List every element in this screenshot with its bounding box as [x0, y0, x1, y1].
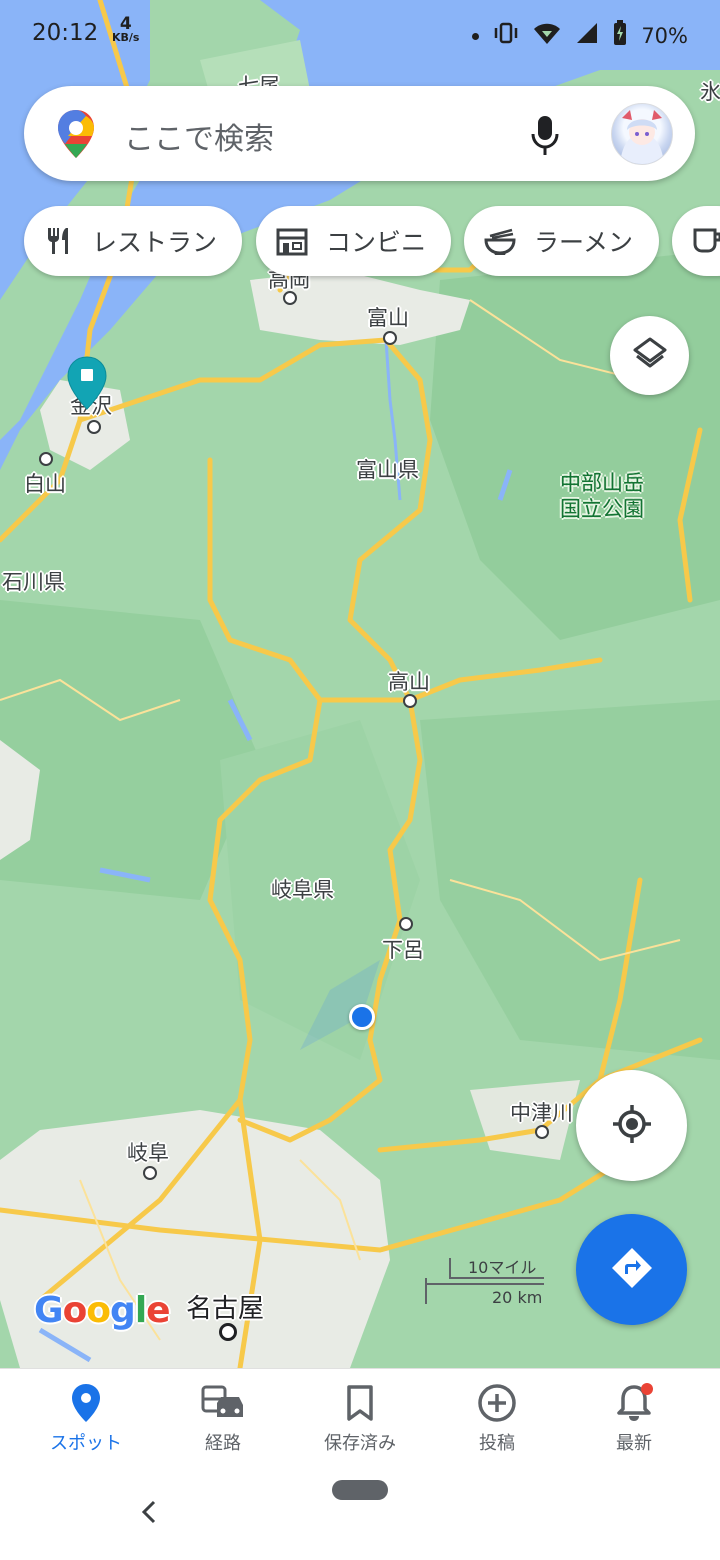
gifu-dot — [143, 1166, 157, 1180]
status-time: 20:12 — [32, 20, 99, 46]
map-label-toyama-pref: 富山県 — [356, 458, 419, 482]
map-label-toyama: 富山 — [367, 306, 409, 330]
notification-dot-icon — [472, 32, 480, 40]
status-icons: 70% — [472, 20, 688, 52]
map-label-chubu-park: 中部山岳 国立公園 — [560, 471, 644, 521]
gero-dot — [399, 917, 413, 931]
status-bar: 20:12 4 KB/s 70% — [0, 0, 720, 70]
commute-icon — [163, 1381, 283, 1425]
vibrate-icon — [493, 22, 519, 50]
map-label-ishikawa-pref: 石川県 — [2, 570, 65, 594]
chip-restaurant[interactable]: レストラン — [24, 206, 242, 276]
add-circle-icon — [437, 1381, 557, 1425]
battery-icon — [613, 20, 627, 52]
nav-label: 経路 — [205, 1433, 241, 1454]
directions-button[interactable] — [576, 1214, 687, 1325]
map-label-himi: 氷 — [700, 80, 720, 104]
bookmark-icon — [300, 1381, 420, 1425]
directions-icon — [610, 1246, 654, 1294]
battery-percent: 70% — [641, 24, 688, 48]
search-input[interactable]: ここで検索 — [124, 114, 274, 158]
avatar[interactable] — [611, 103, 673, 165]
mic-icon[interactable] — [529, 114, 561, 160]
map-label-nagoya: 名古屋 — [186, 1294, 265, 1324]
chip-label: コンビニ — [326, 228, 427, 257]
search-bar[interactable]: ここで検索 — [24, 86, 695, 181]
gps-target-icon — [611, 1103, 653, 1149]
system-navigation-bar — [0, 1468, 720, 1560]
scale-km-label: 20 km — [492, 1288, 543, 1307]
chip-label: ラーメン — [534, 228, 634, 257]
chip-ramen[interactable]: ラーメン — [464, 206, 659, 276]
nav-saved[interactable]: 保存済み — [300, 1381, 420, 1455]
home-gesture-pill[interactable] — [332, 1480, 388, 1500]
notification-bell-icon — [574, 1381, 694, 1425]
location-pin-icon — [26, 1381, 146, 1425]
nav-label: スポット — [50, 1433, 122, 1454]
chip-convenience-store[interactable]: コンビニ — [256, 206, 451, 276]
my-location-dot[interactable] — [349, 1004, 375, 1030]
google-logo: Google — [34, 1290, 171, 1331]
map-label-takayama: 高山 — [388, 670, 430, 694]
map-label-gifu-pref: 岐阜県 — [271, 878, 334, 902]
nav-label: 保存済み — [324, 1433, 396, 1454]
restaurant-icon — [44, 226, 74, 256]
wifi-icon — [533, 21, 561, 51]
map-scale: 10マイル 20 km — [424, 1254, 544, 1308]
kanazawa-dot — [87, 420, 101, 434]
nav-updates[interactable]: 最新 — [574, 1381, 694, 1455]
layers-button[interactable] — [610, 316, 689, 395]
bottom-navigation: スポット 経路 保存済み 投稿 最新 — [0, 1368, 720, 1469]
nav-label: 最新 — [616, 1433, 652, 1454]
map-label-gifu: 岐阜 — [127, 1141, 169, 1165]
map-label-gero: 下呂 — [382, 938, 424, 962]
my-location-button[interactable] — [576, 1070, 687, 1181]
hakusan-dot — [39, 452, 53, 466]
back-arrow-icon[interactable] — [138, 1498, 158, 1530]
map-label-hakusan: 白山 — [24, 472, 66, 496]
convenience-store-icon — [276, 226, 308, 256]
cafe-icon — [692, 226, 720, 256]
nagoya-dot — [219, 1323, 237, 1341]
network-speed: 4 KB/s — [112, 14, 140, 44]
scale-mile-label: 10マイル — [468, 1258, 537, 1277]
toyama-dot — [383, 331, 397, 345]
nav-contribute[interactable]: 投稿 — [437, 1381, 557, 1455]
nav-explore[interactable]: スポット — [26, 1381, 146, 1455]
map-label-nakatsugawa: 中津川 — [510, 1101, 573, 1125]
layers-icon — [632, 336, 668, 376]
ramen-icon — [484, 226, 516, 256]
nav-label: 投稿 — [479, 1433, 515, 1454]
takayama-dot — [403, 694, 417, 708]
cell-signal-icon — [575, 21, 599, 51]
chip-label: レストラン — [92, 228, 218, 257]
nav-commute[interactable]: 経路 — [163, 1381, 283, 1455]
nakatsugawa-dot — [535, 1125, 549, 1139]
maps-logo-icon — [56, 108, 96, 164]
